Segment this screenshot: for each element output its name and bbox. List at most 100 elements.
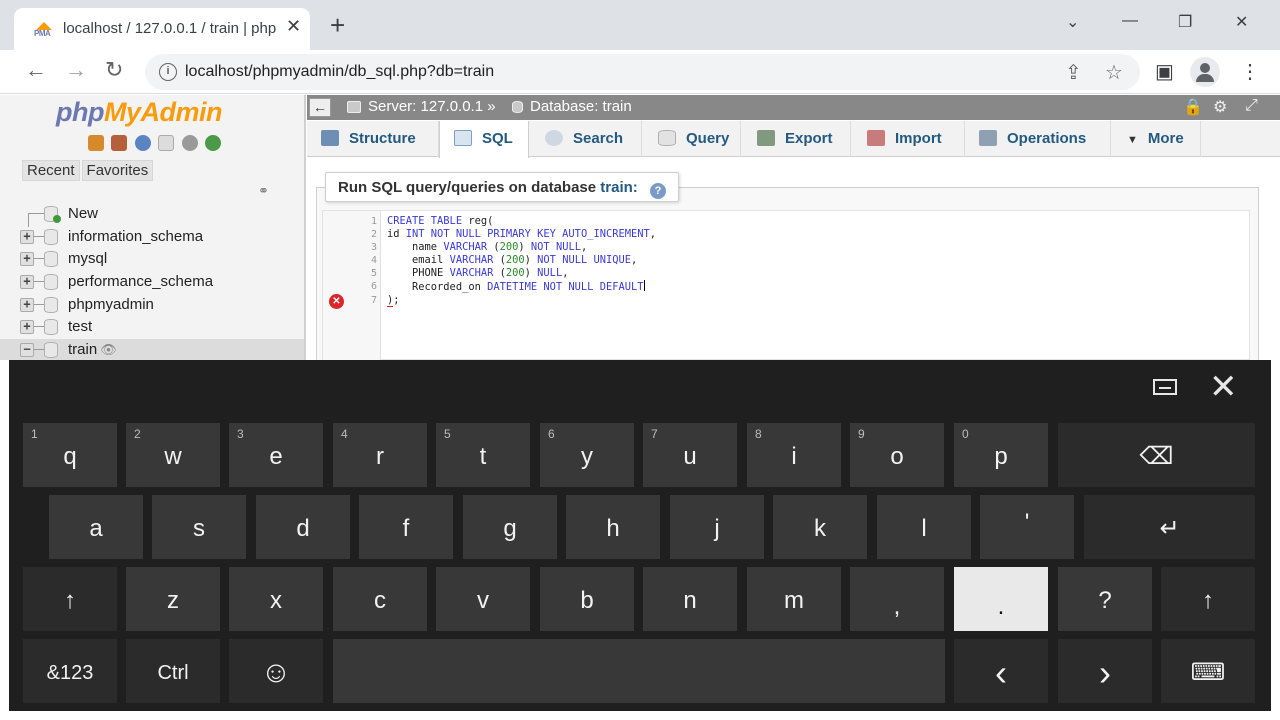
tree-item-information-schema[interactable]: + information_schema [0, 226, 304, 249]
breadcrumb-database[interactable]: Database: train [530, 98, 632, 115]
key-y[interactable]: 6y [540, 423, 634, 487]
breadcrumb-server[interactable]: Server: 127.0.0.1 » [368, 98, 496, 115]
key-arrow-left[interactable]: ‹ [954, 639, 1048, 703]
lock-icon[interactable]: 🔒 [1183, 97, 1203, 117]
key-o[interactable]: 9o [850, 423, 944, 487]
key-j[interactable]: j [670, 495, 764, 559]
keyboard-close-icon[interactable]: ✕ [1209, 370, 1238, 404]
address-bar[interactable]: i localhost/phpmyadmin/db_sql.php?db=tra… [145, 54, 1140, 90]
key-b[interactable]: b [540, 567, 634, 631]
key-shift-right[interactable]: ↑ [1161, 567, 1255, 631]
key-comma[interactable]: , [850, 567, 944, 631]
key-question[interactable]: ? [1058, 567, 1152, 631]
sql-code[interactable]: CREATE TABLE reg( id INT NOT NULL PRIMAR… [387, 215, 656, 307]
key-f[interactable]: f [359, 495, 453, 559]
tree-item-new[interactable]: New [0, 203, 304, 227]
tab-export[interactable]: Export [741, 121, 851, 157]
reload-button[interactable]: ↻ [105, 58, 123, 82]
side-panel-icon[interactable]: ▣ [1155, 59, 1174, 84]
key-c[interactable]: c [333, 567, 427, 631]
key-ctrl[interactable]: Ctrl [126, 639, 220, 703]
browser-menu-icon[interactable]: ⋮ [1240, 59, 1260, 84]
key-shift-left[interactable]: ↑ [23, 567, 117, 631]
key-enter[interactable]: ↵ [1084, 495, 1255, 559]
expand-icon[interactable]: + [20, 320, 34, 335]
key-num-symbols[interactable]: &123 [23, 639, 117, 703]
key-d[interactable]: d [256, 495, 350, 559]
key-keyboard-layout[interactable]: ⌨ [1161, 639, 1255, 703]
minimize-button[interactable]: — [1122, 12, 1138, 30]
help-icon[interactable]: ? [649, 183, 666, 199]
key-s[interactable]: s [152, 495, 246, 559]
tab-query[interactable]: Query [642, 121, 741, 157]
collapse-navigation-button[interactable]: ← [309, 98, 331, 117]
key-period[interactable]: . [954, 567, 1048, 631]
eye-icon[interactable]: 👁 [100, 342, 117, 357]
key-backspace[interactable]: ⌫ [1058, 423, 1255, 487]
documentation-icon[interactable] [158, 135, 175, 151]
key-z[interactable]: z [126, 567, 220, 631]
reload-navigation-icon[interactable] [205, 135, 222, 151]
collapse-icon[interactable]: − [20, 343, 34, 358]
tree-item-train[interactable]: − train 👁 [0, 339, 304, 360]
key-m[interactable]: m [747, 567, 841, 631]
favorites-tab[interactable]: Favorites [81, 160, 154, 181]
key-w[interactable]: 2w [126, 423, 220, 487]
site-info-icon[interactable]: i [159, 63, 177, 81]
key-e[interactable]: 3e [229, 423, 323, 487]
key-g[interactable]: g [463, 495, 557, 559]
profile-avatar-icon[interactable] [1190, 57, 1220, 87]
restore-button[interactable]: ❐ [1178, 12, 1192, 32]
tree-item-performance-schema[interactable]: + performance_schema [0, 271, 304, 294]
tab-structure[interactable]: Structure [307, 121, 439, 157]
expand-icon[interactable]: + [20, 275, 34, 290]
new-tab-button[interactable]: + [330, 12, 345, 38]
phpmyadmin-logo[interactable]: phpMyAdmin [56, 97, 222, 128]
key-h[interactable]: h [566, 495, 660, 559]
maximize-icon[interactable]: ⤢ [1245, 97, 1258, 115]
query-window-icon[interactable] [134, 135, 151, 151]
key-u[interactable]: 7u [643, 423, 737, 487]
key-space[interactable] [333, 639, 945, 703]
key-i[interactable]: 8i [747, 423, 841, 487]
key-v[interactable]: v [436, 567, 530, 631]
key-r[interactable]: 4r [333, 423, 427, 487]
key-q[interactable]: 1q [23, 423, 117, 487]
tree-item-test[interactable]: + test [0, 316, 304, 339]
tab-more[interactable]: ▼ More [1111, 121, 1201, 157]
key-t[interactable]: 5t [436, 423, 530, 487]
tree-item-mysql[interactable]: + mysql [0, 248, 304, 271]
key-x[interactable]: x [229, 567, 323, 631]
recent-tab[interactable]: Recent [22, 160, 80, 181]
settings-icon[interactable]: ⚙ [1213, 97, 1227, 117]
link-with-main-panel-icon[interactable]: ⚭ [258, 183, 269, 199]
url-text[interactable]: localhost/phpmyadmin/db_sql.php?db=train [185, 63, 494, 81]
key-emoji[interactable]: ☺ [229, 639, 323, 703]
key-apostrophe[interactable]: ' [980, 495, 1074, 559]
forward-button[interactable]: → [65, 58, 87, 82]
window-close-button[interactable]: ✕ [1235, 12, 1248, 32]
logout-icon[interactable] [111, 135, 128, 151]
error-marker-icon[interactable]: ✕ [329, 294, 344, 309]
tab-sql[interactable]: SQL [439, 121, 529, 158]
sql-editor[interactable]: 1 2 3 4 5 6 7 ✕ CREATE TABLE reg( id INT… [322, 210, 1250, 360]
expand-icon[interactable]: + [20, 297, 34, 312]
bookmark-star-icon[interactable]: ☆ [1105, 60, 1123, 85]
browser-tab[interactable]: PMA localhost / 127.0.0.1 / train | php … [14, 8, 310, 50]
tree-item-phpmyadmin[interactable]: + phpmyadmin [0, 294, 304, 317]
key-l[interactable]: l [877, 495, 971, 559]
home-icon[interactable] [88, 135, 104, 151]
expand-icon[interactable]: + [20, 252, 34, 267]
tab-import[interactable]: Import [851, 121, 965, 157]
key-a[interactable]: a [49, 495, 143, 559]
key-arrow-right[interactable]: › [1058, 639, 1152, 703]
tab-operations[interactable]: Operations [965, 121, 1111, 157]
key-n[interactable]: n [643, 567, 737, 631]
tab-close-icon[interactable]: ✕ [286, 16, 301, 37]
key-k[interactable]: k [773, 495, 867, 559]
settings-gear-icon[interactable] [181, 135, 198, 151]
tab-search[interactable]: Search [529, 121, 642, 157]
keyboard-dock-icon[interactable] [1153, 379, 1177, 395]
expand-icon[interactable]: + [20, 229, 34, 244]
tab-search-icon[interactable]: ⌄ [1066, 12, 1079, 32]
